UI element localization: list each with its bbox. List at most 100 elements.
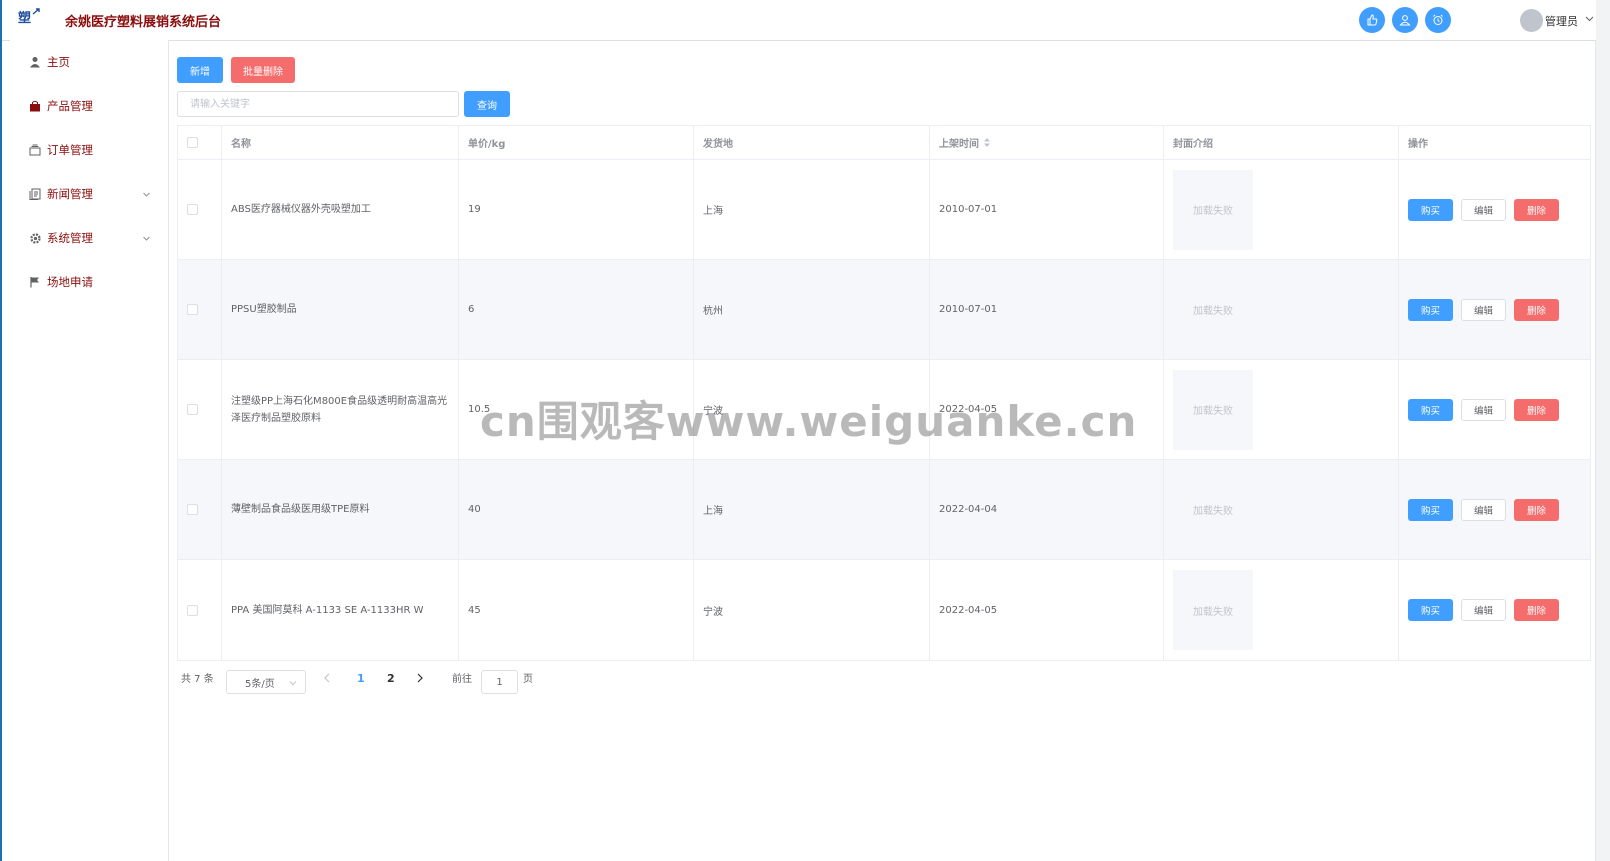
sidebar-item-orders[interactable]: 订单管理 xyxy=(10,128,168,172)
select-all-checkbox[interactable] xyxy=(187,137,198,148)
table-row: PPSU塑胶制品 6 杭州 2010-07-01 加载失败 购买 编辑 删除 xyxy=(178,260,1590,360)
goto-label: 前往 xyxy=(452,674,472,685)
row-checkbox[interactable] xyxy=(187,304,198,315)
actions-cell: 购买 编辑 删除 xyxy=(1399,560,1590,660)
column-header-actions: 操作 xyxy=(1408,139,1428,150)
actions-cell: 购买 编辑 删除 xyxy=(1399,360,1590,459)
column-header-price: 单价/kg xyxy=(459,126,694,159)
flag-icon xyxy=(28,275,42,289)
alarm-clock-button[interactable] xyxy=(1425,7,1451,33)
user-profile-button[interactable] xyxy=(1392,7,1418,33)
sidebar-item-products[interactable]: 产品管理 xyxy=(10,84,168,128)
user-icon xyxy=(1399,15,1411,26)
sort-icon[interactable] xyxy=(983,137,991,148)
column-header-date-label: 上架时间 xyxy=(939,139,979,150)
edit-button[interactable]: 编辑 xyxy=(1461,198,1506,221)
page-size-select[interactable]: 5条/页 xyxy=(226,670,306,694)
origin-cell: 宁波 xyxy=(694,360,930,459)
edit-button[interactable]: 编辑 xyxy=(1461,398,1506,421)
table-row: 薄壁制品食品级医用级TPE原料 40 上海 2022-04-04 加载失败 购买… xyxy=(178,460,1590,560)
goto-page-input[interactable] xyxy=(481,670,518,694)
cover-image-placeholder: 加载失败 xyxy=(1173,469,1253,550)
row-select-cell xyxy=(178,160,222,259)
edit-button[interactable]: 编辑 xyxy=(1461,298,1506,321)
search-input[interactable] xyxy=(177,91,459,117)
delete-button[interactable]: 删除 xyxy=(1514,198,1559,221)
sidebar-item-venue-application[interactable]: 场地申请 xyxy=(10,260,168,304)
tray-icon xyxy=(28,143,42,157)
thumbs-up-button[interactable] xyxy=(1359,7,1385,33)
buy-button[interactable]: 购买 xyxy=(1408,599,1453,621)
row-checkbox[interactable] xyxy=(187,404,198,415)
product-name: PPA 美国阿莫科 A-1133 SE A-1133HR W xyxy=(231,604,424,616)
edit-button[interactable]: 编辑 xyxy=(1461,599,1506,621)
delete-button[interactable]: 删除 xyxy=(1514,398,1559,421)
actions-cell: 购买 编辑 删除 xyxy=(1399,160,1590,259)
row-checkbox[interactable] xyxy=(187,604,198,616)
product-name: ABS医疗器械仪器外壳吸塑加工 xyxy=(231,204,371,215)
row-checkbox[interactable] xyxy=(187,504,198,515)
price-cell: 10.5 xyxy=(459,360,694,459)
row-select-cell xyxy=(178,460,222,559)
gear-icon xyxy=(28,231,42,245)
products-table: 名称 单价/kg 发货地 上架时间 封面介绍 操作 ABS医疗器械仪器外壳吸塑加… xyxy=(177,125,1591,661)
name-cell: PPSU塑胶制品 xyxy=(222,260,459,359)
query-button[interactable]: 查询 xyxy=(464,91,510,117)
row-checkbox[interactable] xyxy=(187,204,198,215)
buy-button[interactable]: 购买 xyxy=(1408,298,1453,321)
add-button[interactable]: 新增 xyxy=(177,57,223,83)
date-cell: 2022-04-05 xyxy=(930,560,1164,660)
cover-image-placeholder: 加载失败 xyxy=(1173,169,1253,250)
table-row: 注塑级PP上海石化M800E食品级透明耐高温高光泽医疗制品塑胶原料 10.5 宁… xyxy=(178,360,1590,460)
next-page-icon[interactable] xyxy=(416,673,424,683)
sidebar-item-news[interactable]: 新闻管理 xyxy=(10,172,168,216)
table-header-row: 名称 单价/kg 发货地 上架时间 封面介绍 操作 xyxy=(178,126,1590,160)
vertical-scrollbar[interactable] xyxy=(1595,0,1610,861)
delete-button[interactable]: 删除 xyxy=(1514,498,1559,521)
sidebar-item-label: 产品管理 xyxy=(47,99,93,113)
batch-delete-button[interactable]: 批量删除 xyxy=(231,57,295,83)
edit-button[interactable]: 编辑 xyxy=(1461,498,1506,521)
page-left-border xyxy=(0,0,2,861)
row-select-cell xyxy=(178,560,222,660)
avatar[interactable] xyxy=(1520,9,1543,32)
price-cell: 19 xyxy=(459,160,694,259)
document-icon xyxy=(28,187,42,201)
alarm-clock-icon xyxy=(1433,14,1443,25)
sidebar-item-home[interactable]: 主页 xyxy=(10,40,168,84)
product-name: 薄壁制品食品级医用级TPE原料 xyxy=(231,504,370,515)
origin-cell: 宁波 xyxy=(694,560,930,660)
bag-icon xyxy=(28,99,42,113)
column-header-origin: 发货地 xyxy=(694,126,930,159)
cover-cell: 加载失败 xyxy=(1164,460,1399,559)
prev-page-icon[interactable] xyxy=(323,673,331,683)
sidebar-item-system[interactable]: 系统管理 xyxy=(10,216,168,260)
column-header-date[interactable]: 上架时间 xyxy=(930,126,1164,159)
buy-button[interactable]: 购买 xyxy=(1408,398,1453,421)
date-cell: 2010-07-01 xyxy=(930,160,1164,259)
page-size-value: 5条/页 xyxy=(245,678,275,690)
page-number-1[interactable]: 1 xyxy=(357,672,365,685)
thumbs-up-icon xyxy=(1367,14,1378,26)
column-header-name: 名称 xyxy=(222,126,459,159)
date-cell: 2022-04-04 xyxy=(930,460,1164,559)
buy-button[interactable]: 购买 xyxy=(1408,198,1453,221)
actions-cell: 购买 编辑 删除 xyxy=(1399,260,1590,359)
delete-button[interactable]: 删除 xyxy=(1514,298,1559,321)
origin-cell: 杭州 xyxy=(694,260,930,359)
pagination-total: 共 7 条 xyxy=(181,674,214,685)
column-header-cover: 封面介绍 xyxy=(1164,126,1399,159)
sidebar-item-label: 订单管理 xyxy=(47,143,93,157)
chevron-down-icon[interactable] xyxy=(1585,14,1594,23)
cover-cell: 加载失败 xyxy=(1164,260,1399,359)
buy-button[interactable]: 购买 xyxy=(1408,498,1453,521)
date-cell: 2010-07-01 xyxy=(930,260,1164,359)
chevron-down-icon xyxy=(143,236,150,241)
price-cell: 40 xyxy=(459,460,694,559)
page-number-2[interactable]: 2 xyxy=(387,672,395,685)
name-cell: 注塑级PP上海石化M800E食品级透明耐高温高光泽医疗制品塑胶原料 xyxy=(222,360,459,459)
user-name[interactable]: 管理员 xyxy=(1545,13,1578,29)
origin-cell: 上海 xyxy=(694,460,930,559)
sidebar: 主页 产品管理 订单管理 新闻管理 系统管理 场地申请 xyxy=(10,40,169,861)
delete-button[interactable]: 删除 xyxy=(1514,599,1559,621)
